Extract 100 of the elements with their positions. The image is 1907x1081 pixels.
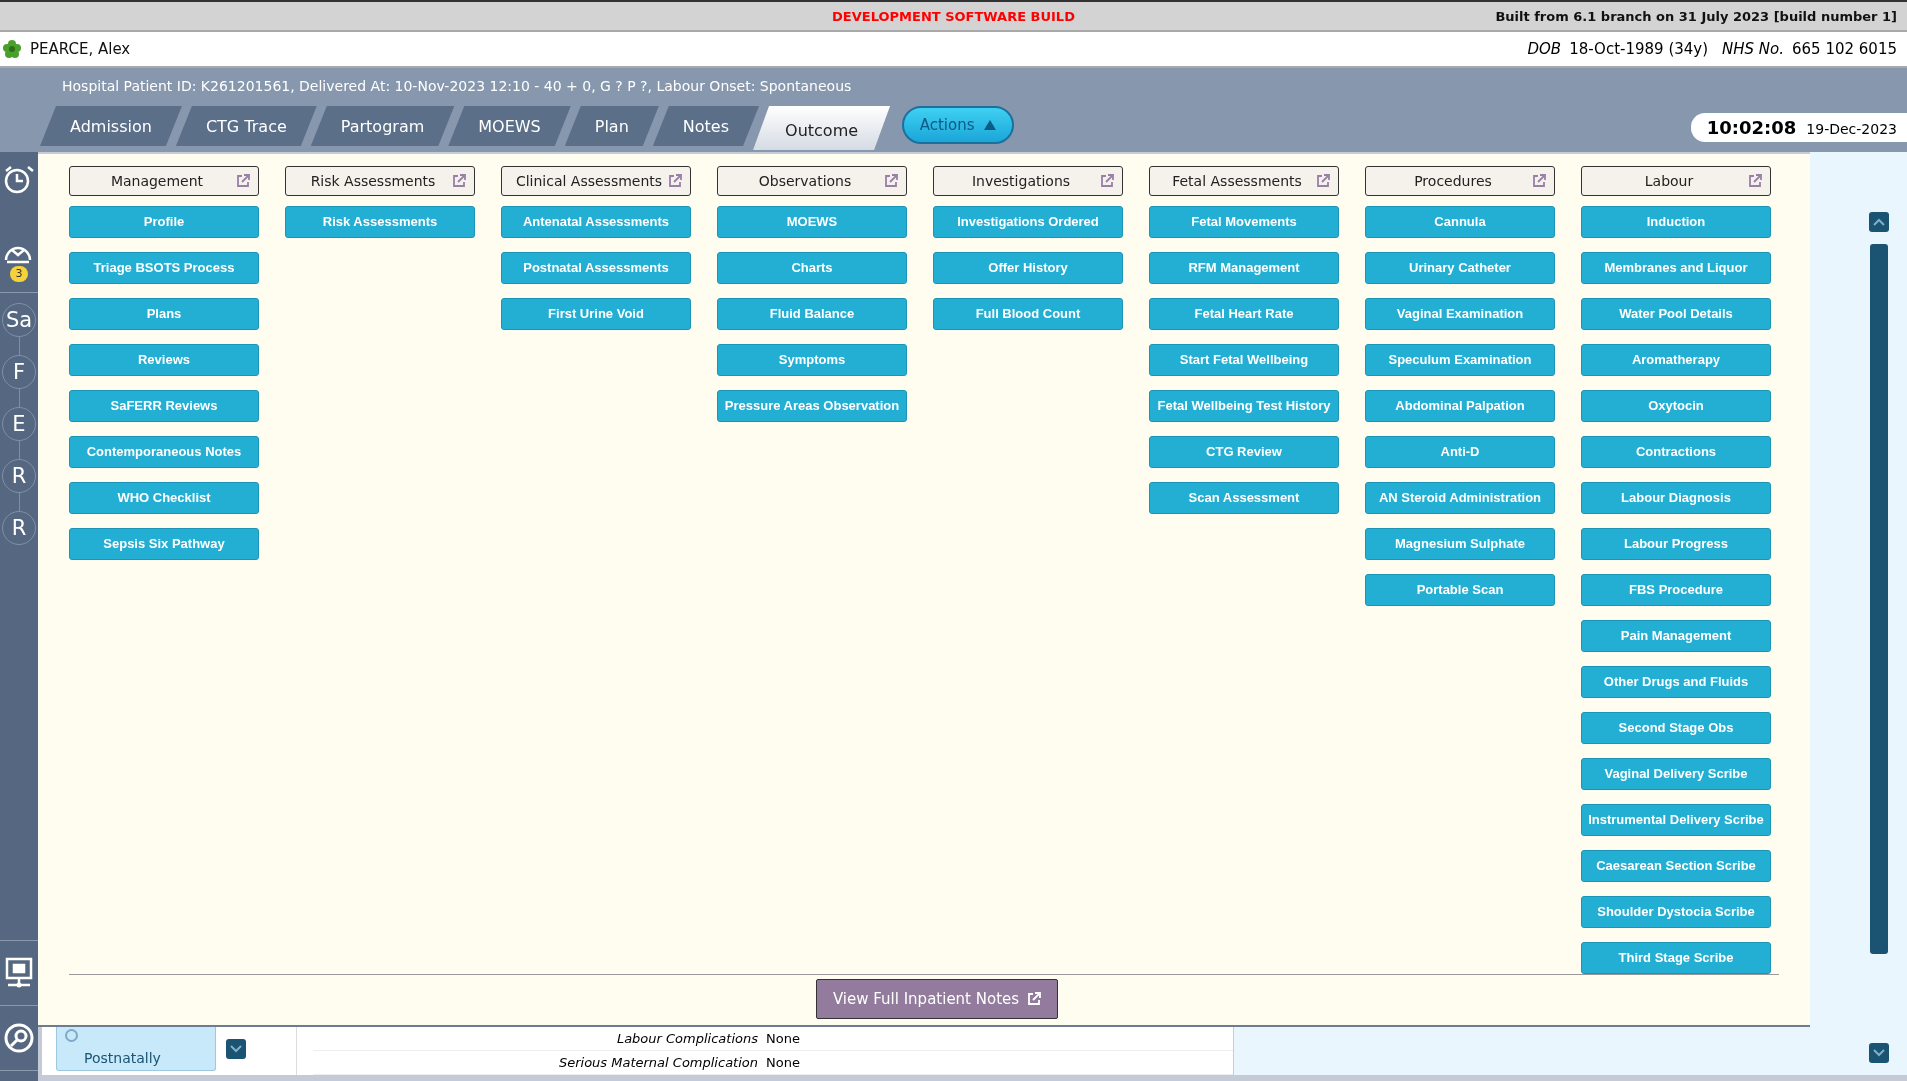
external-link-icon [668, 173, 682, 188]
menu-button[interactable]: Water Pool Details [1581, 297, 1771, 330]
menu-button[interactable]: Vaginal Examination [1365, 297, 1555, 330]
menu-button[interactable]: Full Blood Count [933, 297, 1123, 330]
tab[interactable]: Partogram [310, 106, 455, 146]
scrollbar-thumb[interactable] [1870, 244, 1888, 954]
section-header-button[interactable]: Fetal Assessments [1149, 165, 1339, 196]
menu-button[interactable]: WHO Checklist [69, 481, 259, 514]
menu-button[interactable]: Pain Management [1581, 619, 1771, 652]
menu-button[interactable]: Plans [69, 297, 259, 330]
patient-summary: Hospital Patient ID: K261201561, Delivered At: 10-Nov-2023 12:10 - 40 + 0, G ? P ?, Labour Onset: Spontaneous [61, 77, 853, 96]
menu-button[interactable]: Pressure Areas Observation [717, 389, 907, 422]
menu-button[interactable]: Contractions [1581, 435, 1771, 468]
menu-button[interactable]: Profile [69, 205, 259, 238]
search-icon[interactable] [3, 1022, 35, 1054]
tab[interactable]: Plan [564, 106, 659, 146]
chevron-down-icon [230, 1045, 242, 1053]
view-notes-button[interactable]: View Full Inpatient Notes [816, 979, 1058, 1019]
menu-button[interactable]: Sepsis Six Pathway [69, 527, 259, 560]
menu-button[interactable]: Oxytocin [1581, 389, 1771, 422]
menu-button[interactable]: Risk Assessments [285, 205, 475, 238]
actions-button[interactable]: Actions [902, 106, 1015, 144]
section-header-button[interactable]: Clinical Assessments [501, 165, 691, 196]
menu-button[interactable]: Portable Scan [1365, 573, 1555, 606]
menu-button[interactable]: Labour Progress [1581, 527, 1771, 560]
menu-button[interactable]: Anti-D [1365, 435, 1555, 468]
external-link-icon [236, 173, 250, 188]
chevron-up-icon [1873, 218, 1885, 226]
external-link-icon [1532, 173, 1546, 188]
menu-button[interactable]: Cannula [1365, 205, 1555, 238]
monitor-icon[interactable] [4, 957, 34, 989]
tab[interactable]: Outcome [753, 106, 891, 150]
menu-button[interactable]: Second Stage Obs [1581, 711, 1771, 744]
option-box[interactable]: Postnatally [56, 1027, 216, 1071]
tab[interactable]: CTG Trace [175, 106, 317, 146]
tab[interactable]: Admission [40, 106, 182, 146]
menu-button[interactable]: Fetal Heart Rate [1149, 297, 1339, 330]
scroll-down-button[interactable] [1869, 1043, 1889, 1063]
radio-button[interactable] [65, 1029, 78, 1042]
menu-button[interactable]: Reviews [69, 343, 259, 376]
menu-button[interactable]: Triage BSOTS Process [69, 251, 259, 284]
menu-button[interactable]: Aromatherapy [1581, 343, 1771, 376]
menu-button[interactable]: FBS Procedure [1581, 573, 1771, 606]
clock-date: 19-Dec-2023 [1806, 121, 1897, 137]
tab[interactable]: MOEWS [448, 106, 571, 146]
menu-button[interactable]: Postnatal Assessments [501, 251, 691, 284]
section-header-button[interactable]: Procedures [1365, 165, 1555, 196]
menu-button[interactable]: Magnesium Sulphate [1365, 527, 1555, 560]
menu-button[interactable]: Induction [1581, 205, 1771, 238]
dob-label: DOB [1527, 40, 1562, 58]
build-notice: DEVELOPMENT SOFTWARE BUILD [832, 8, 1075, 24]
menu-button[interactable]: Fluid Balance [717, 297, 907, 330]
nhs-value: 665 102 6015 [1792, 40, 1897, 58]
menu-button[interactable]: First Urine Void [501, 297, 691, 330]
menu-button[interactable]: Caesarean Section Scribe [1581, 849, 1771, 882]
field-value: None [766, 1031, 800, 1046]
menu-button[interactable]: MOEWS [717, 205, 907, 238]
menu-button[interactable]: Instrumental Delivery Scribe [1581, 803, 1771, 836]
section-header-button[interactable]: Management [69, 165, 259, 196]
build-info: Built from 6.1 branch on 31 July 2023 [build number 1] [1495, 8, 1897, 24]
menu-button[interactable]: Offer History [933, 251, 1123, 284]
external-link-icon [1027, 992, 1042, 1006]
menu-button[interactable]: Urinary Catheter [1365, 251, 1555, 284]
caret-icon [984, 120, 997, 130]
menu-button[interactable]: Labour Diagnosis [1581, 481, 1771, 514]
section-header-button[interactable]: Observations [717, 165, 907, 196]
menu-button[interactable]: Third Stage Scribe [1581, 941, 1771, 974]
expand-button[interactable] [226, 1039, 246, 1059]
external-link-icon [1748, 173, 1762, 188]
menu-button[interactable]: Fetal Wellbeing Test History [1149, 389, 1339, 422]
menu-button[interactable]: RFM Management [1149, 251, 1339, 284]
clock-time: 10:02:08 [1706, 117, 1797, 138]
menu-button[interactable]: Membranes and Liquor [1581, 251, 1771, 284]
menu-button[interactable]: Speculum Examination [1365, 343, 1555, 376]
menu-button[interactable]: Charts [717, 251, 907, 284]
tab[interactable]: Notes [652, 106, 760, 146]
menu-button[interactable]: AN Steroid Administration [1365, 481, 1555, 514]
section-header-button[interactable]: Labour [1581, 165, 1771, 196]
menu-button[interactable]: CTG Review [1149, 435, 1339, 468]
menu-button[interactable]: Fetal Movements [1149, 205, 1339, 238]
section-header-button[interactable]: Risk Assessments [285, 165, 475, 196]
scroll-up-button[interactable] [1869, 212, 1889, 232]
menu-button[interactable]: Investigations Ordered [933, 205, 1123, 238]
menu-button[interactable]: Start Fetal Wellbeing [1149, 343, 1339, 376]
alert-count-badge: 3 [10, 266, 28, 282]
menu-button[interactable]: Other Drugs and Fluids [1581, 665, 1771, 698]
menu-button[interactable]: SaFERR Reviews [69, 389, 259, 422]
flower-icon [2, 39, 22, 59]
section-header-button[interactable]: Investigations [933, 165, 1123, 196]
menu-button[interactable]: Contemporaneous Notes [69, 435, 259, 468]
alarm-clock-icon[interactable] [3, 164, 35, 196]
menu-button[interactable]: Scan Assessment [1149, 481, 1339, 514]
menu-button[interactable]: Abdominal Palpation [1365, 389, 1555, 422]
menu-button[interactable]: Shoulder Dystocia Scribe [1581, 895, 1771, 928]
menu-button[interactable]: Antenatal Assessments [501, 205, 691, 238]
chevron-down-icon [1873, 1049, 1885, 1057]
menu-button[interactable]: Vaginal Delivery Scribe [1581, 757, 1771, 790]
field-value: None [766, 1055, 800, 1070]
menu-button[interactable]: Symptoms [717, 343, 907, 376]
external-link-icon [884, 173, 898, 188]
